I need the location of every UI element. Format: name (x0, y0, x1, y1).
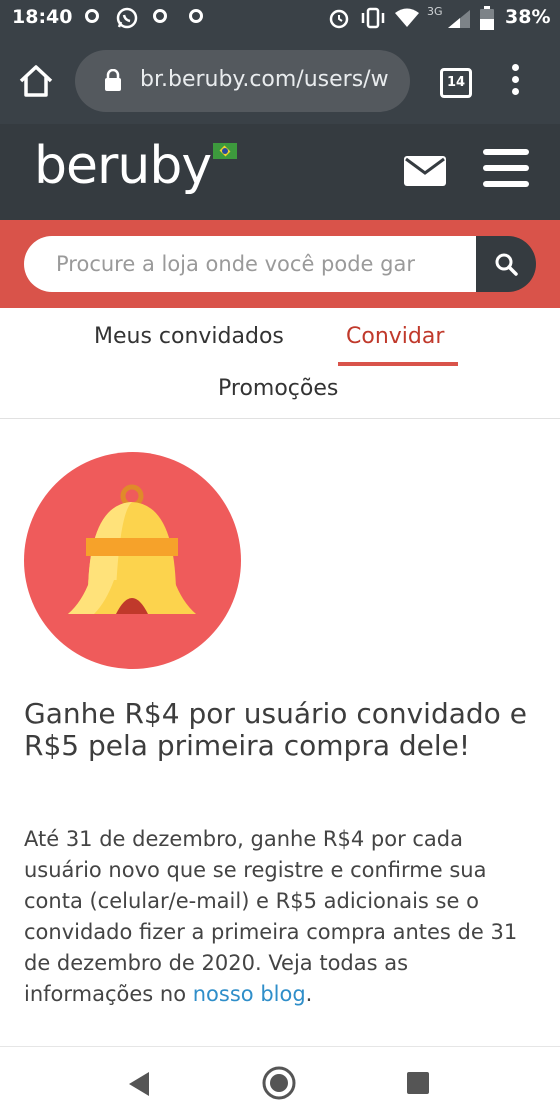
overflow-menu-icon[interactable] (512, 64, 520, 98)
bell-illustration (24, 452, 241, 669)
promo-body-text: Até 31 de dezembro, ganhe R$4 por cada u… (24, 827, 518, 1006)
active-tab-indicator (338, 362, 458, 366)
search-button[interactable] (476, 236, 536, 292)
tab-promocoes[interactable]: Promoções (218, 376, 338, 401)
home-icon[interactable] (18, 64, 54, 98)
notification-ring-icon (189, 9, 203, 23)
promo-body-end: . (305, 982, 313, 1006)
back-icon[interactable] (127, 1071, 151, 1097)
vibrate-icon (361, 7, 385, 29)
whatsapp-icon (116, 7, 138, 29)
promo-description: Até 31 de dezembro, ganhe R$4 por cada u… (24, 824, 536, 1010)
alarm-icon (329, 9, 349, 29)
search-input[interactable] (24, 236, 476, 292)
recents-icon[interactable] (407, 1072, 429, 1094)
brazil-flag-icon (213, 143, 237, 159)
tab-meus-convidados[interactable]: Meus convidados (94, 324, 284, 349)
battery-percent: 38% (505, 6, 551, 28)
blog-link[interactable]: nosso blog (193, 982, 306, 1006)
address-bar[interactable]: br.beruby.com/users/w (75, 50, 410, 112)
menu-icon[interactable] (483, 149, 529, 189)
site-header: beruby (0, 124, 560, 220)
tab-convidar[interactable]: Convidar (346, 324, 444, 349)
search-section (0, 220, 560, 308)
wifi-icon (395, 8, 419, 27)
browser-toolbar: br.beruby.com/users/w 14 (0, 38, 560, 124)
search-icon (495, 253, 518, 276)
status-time: 18:40 (12, 6, 73, 28)
notification-ring-icon (153, 9, 167, 23)
beruby-logo[interactable]: beruby (34, 136, 212, 196)
tabs-divider (0, 418, 560, 419)
tab-switcher-button[interactable]: 14 (440, 68, 472, 98)
status-bar: 18:40 3G 38% (0, 0, 560, 38)
cell-signal-icon (448, 10, 470, 28)
android-nav-bar (0, 1047, 560, 1120)
bell-icon (68, 484, 196, 614)
notification-ring-icon (85, 9, 99, 23)
url-text: br.beruby.com/users/w (140, 67, 389, 92)
home-button-icon[interactable] (262, 1066, 296, 1100)
promo-title: Ganhe R$4 por usuário convidado e R$5 pe… (24, 697, 527, 762)
network-type: 3G (427, 5, 443, 18)
battery-icon (480, 6, 494, 30)
mail-icon[interactable] (404, 156, 446, 186)
lock-icon (105, 69, 121, 91)
